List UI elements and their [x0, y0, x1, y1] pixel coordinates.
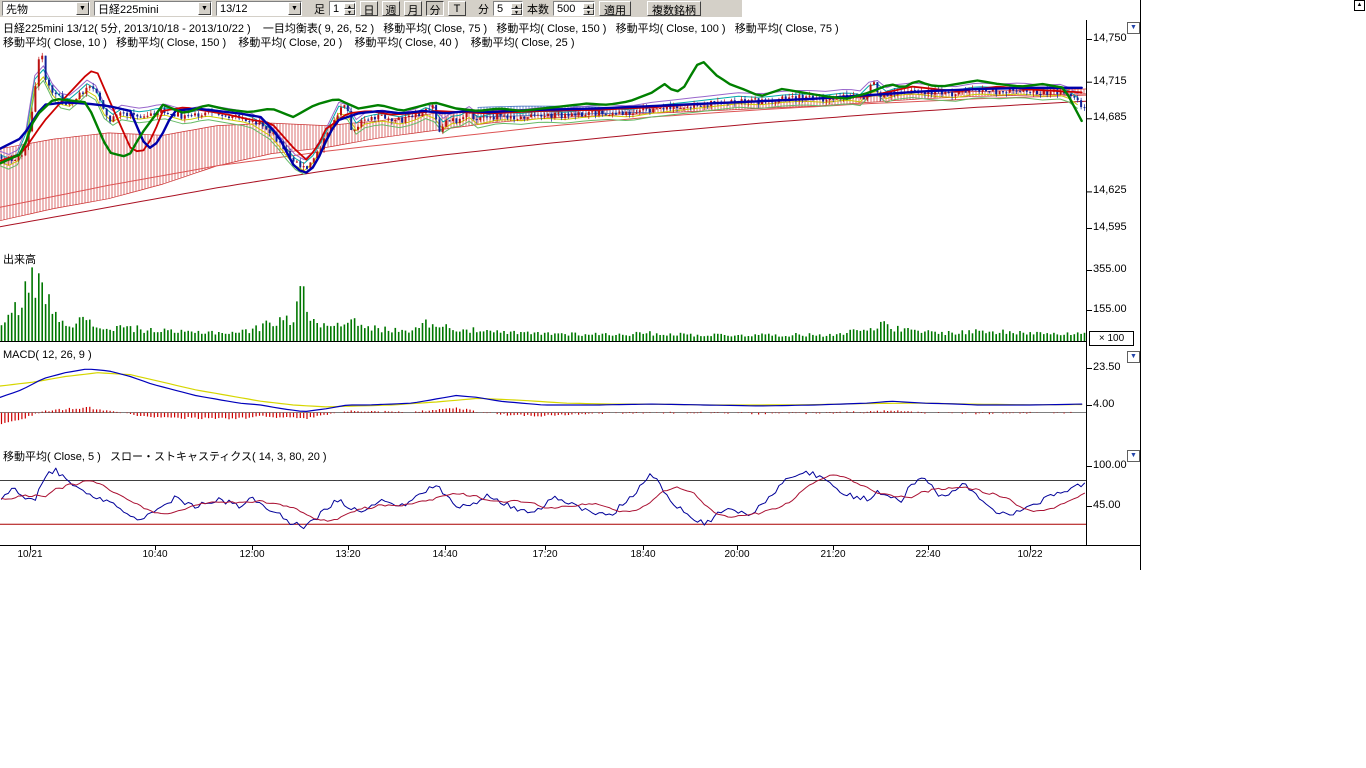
symbol-select[interactable]: 日経225mini ▼ [94, 1, 212, 16]
scale-multiplier-box: × 100 [1089, 331, 1134, 346]
spinner-arrows-icon[interactable]: ▲▼ [511, 3, 522, 15]
symbol-value: 日経225mini [98, 1, 159, 17]
chevron-down-icon: ▼ [1130, 452, 1137, 459]
x-axis-label: 10/21 [17, 549, 42, 560]
x-axis-label: 14:40 [432, 549, 457, 560]
stochastics-panel-menu-button[interactable]: ▼ [1127, 450, 1140, 462]
y-axis-label: 14,595 [1093, 221, 1127, 233]
y-axis-label: 155.00 [1093, 303, 1127, 315]
toolbar: 先物 ▼ 日経225mini ▼ 13/12 ▼ 足 1 ▲▼ 日 週 月 分 … [0, 0, 742, 17]
y-axis-label: 14,625 [1093, 184, 1127, 196]
chevron-up-icon: ▲ [1357, 2, 1363, 8]
spinner-arrows-icon[interactable]: ▲▼ [344, 3, 355, 15]
chevron-down-icon: ▼ [1130, 24, 1137, 31]
apply-button[interactable]: 適用 [599, 1, 631, 16]
x-axis-label: 22:40 [915, 549, 940, 560]
x-axis-label: 13:20 [335, 549, 360, 560]
tf-day-button[interactable]: 日 [360, 1, 378, 16]
bar-count-spinner[interactable]: 500 ▲▼ [553, 1, 595, 16]
x-axis-label: 18:40 [630, 549, 655, 560]
price-panel-legend-line2: 移動平均( Close, 10 ) 移動平均( Close, 150 ) 移動平… [3, 34, 575, 50]
x-axis-label: 12:00 [239, 549, 264, 560]
tf-month-button[interactable]: 月 [404, 1, 422, 16]
scrollbar-up-button[interactable]: ▲ [1354, 0, 1365, 11]
y-axis-label: 45.00 [1093, 499, 1121, 511]
contract-month-select[interactable]: 13/12 ▼ [216, 1, 302, 16]
contract-month-value: 13/12 [220, 3, 248, 15]
bar-interval-spinner[interactable]: 1 ▲▼ [329, 1, 356, 16]
minute-label: 分 [478, 1, 489, 17]
chevron-down-icon[interactable]: ▼ [76, 2, 89, 15]
x-axis-label: 17:20 [532, 549, 557, 560]
bar-type-label: 足 [314, 1, 325, 17]
chevron-down-icon[interactable]: ▼ [288, 2, 301, 15]
bar-interval-value: 1 [333, 3, 339, 15]
y-axis-label: 14,750 [1093, 32, 1127, 44]
minute-count-spinner[interactable]: 5 ▲▼ [493, 1, 523, 16]
stochastics-panel-label: 移動平均( Close, 5 ) スロー・ストキャスティクス( 14, 3, 8… [3, 448, 327, 464]
x-axis-label: 10:40 [142, 549, 167, 560]
volume-panel-label: 出来高 [3, 251, 36, 267]
y-axis-label: 355.00 [1093, 263, 1127, 275]
instrument-type-value: 先物 [6, 1, 28, 17]
bar-count-value: 500 [557, 3, 575, 15]
y-axis-label: 14,685 [1093, 111, 1127, 123]
chevron-down-icon[interactable]: ▼ [198, 2, 211, 15]
x-axis-label: 20:00 [724, 549, 749, 560]
y-axis-label: 23.50 [1093, 361, 1121, 373]
chevron-down-icon: ▼ [1130, 353, 1137, 360]
y-axis-label: 14,715 [1093, 75, 1127, 87]
macd-panel-label: MACD( 12, 26, 9 ) [3, 349, 92, 361]
y-axis-label: 100.00 [1093, 459, 1127, 471]
tf-week-button[interactable]: 週 [382, 1, 400, 16]
y-axis-label: 4.00 [1093, 398, 1114, 410]
bar-count-label: 本数 [527, 1, 549, 17]
spinner-arrows-icon[interactable]: ▲▼ [583, 3, 594, 15]
chart-application-window: 先物 ▼ 日経225mini ▼ 13/12 ▼ 足 1 ▲▼ 日 週 月 分 … [0, 0, 1366, 768]
minute-count-value: 5 [497, 3, 503, 15]
multi-symbol-button[interactable]: 複数銘柄 [647, 1, 701, 16]
x-axis-label: 10/22 [1017, 549, 1042, 560]
tf-tick-button[interactable]: T [448, 1, 466, 16]
x-axis-label: 21:20 [820, 549, 845, 560]
macd-panel-menu-button[interactable]: ▼ [1127, 351, 1140, 363]
instrument-type-select[interactable]: 先物 ▼ [2, 1, 90, 16]
chart-plot-area[interactable] [0, 0, 1141, 570]
tf-minute-button[interactable]: 分 [426, 1, 444, 16]
price-panel-menu-button[interactable]: ▼ [1127, 22, 1140, 34]
